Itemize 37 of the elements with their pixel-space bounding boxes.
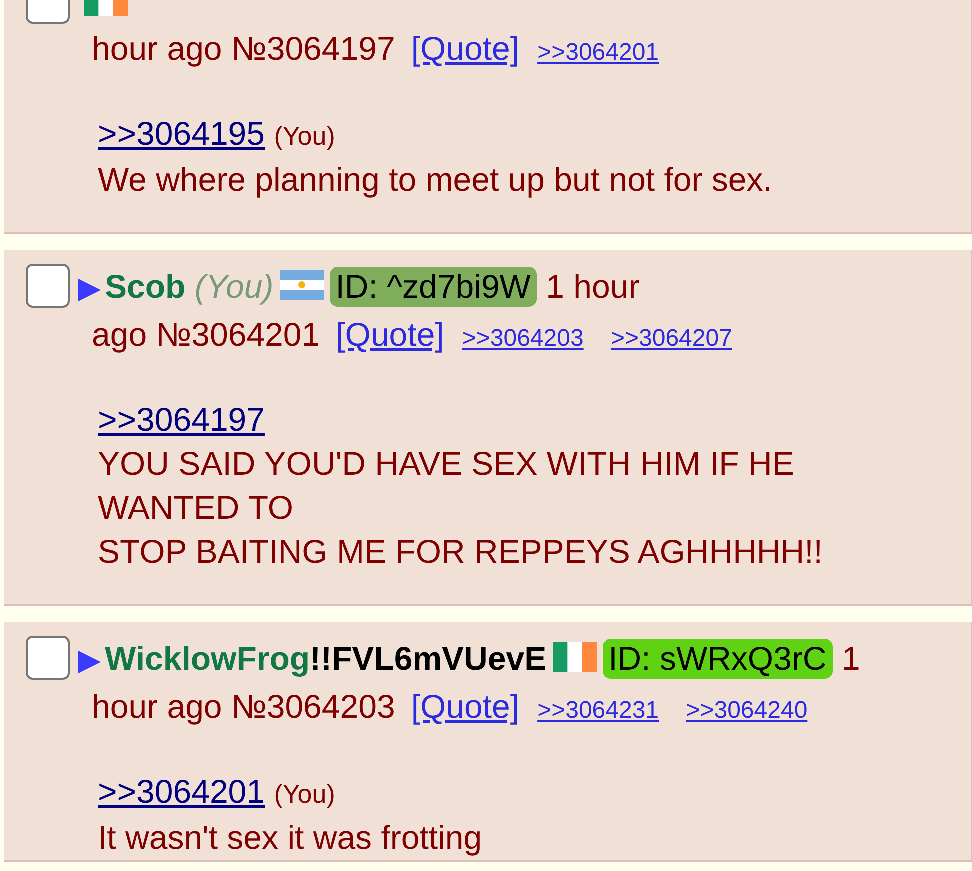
poster-name: WicklowFrog (105, 640, 310, 677)
post-number[interactable]: №3064197 (231, 30, 396, 67)
backlink[interactable]: >>3064231 (538, 697, 660, 724)
backlink[interactable]: >>3064240 (686, 697, 808, 724)
poster-id: ID: ^zd7bi9W (330, 267, 537, 307)
backlink[interactable]: >>3064203 (462, 325, 584, 352)
flag-icon (280, 270, 324, 300)
flag-icon (552, 642, 597, 672)
post-text: STOP BAITING ME FOR REPPEYS AGHHHHH!! (98, 533, 823, 570)
you-marker: (You) (194, 268, 274, 305)
tripcode: !!FVL6mVUevE (310, 640, 547, 677)
post-text: We where planning to meet up but not for sex. (98, 161, 772, 198)
backlink[interactable]: >>3064207 (610, 325, 732, 352)
post-text: It wasn't sex it was frotting (98, 819, 482, 856)
post-checkbox[interactable] (26, 636, 70, 680)
expand-arrow[interactable]: ▶ (78, 272, 101, 305)
poster-name: Scob (105, 268, 186, 305)
quote-link[interactable]: [Quote] (411, 30, 520, 67)
quote-link[interactable]: [Quote] (411, 688, 520, 725)
backlink[interactable]: >>3064201 (538, 39, 660, 66)
post-checkbox[interactable] (26, 264, 70, 308)
quote-link[interactable]: [Quote] (336, 316, 444, 353)
post-text: YOU SAID YOU'D HAVE SEX WITH HIM IF HE WANTED TO (98, 445, 794, 526)
poster-id: ID: sWRxQ3rC (602, 639, 833, 679)
post-date: hour ago (92, 688, 222, 725)
post-date: 1 (842, 640, 860, 677)
reply-link[interactable]: >>3064197 (98, 401, 266, 438)
you-marker: (You) (274, 779, 336, 809)
post-number[interactable]: №3064203 (231, 688, 396, 725)
post-date: hour ago (92, 30, 222, 67)
you-marker: (You) (274, 121, 336, 151)
reply-link[interactable]: >>3064195 (98, 115, 266, 152)
post-date: ago (92, 316, 148, 353)
post-number[interactable]: №3064201 (156, 316, 320, 353)
expand-arrow[interactable]: ▶ (78, 644, 101, 677)
reply-link[interactable]: >>3064201 (98, 773, 266, 810)
post-date: 1 hour (546, 268, 640, 305)
